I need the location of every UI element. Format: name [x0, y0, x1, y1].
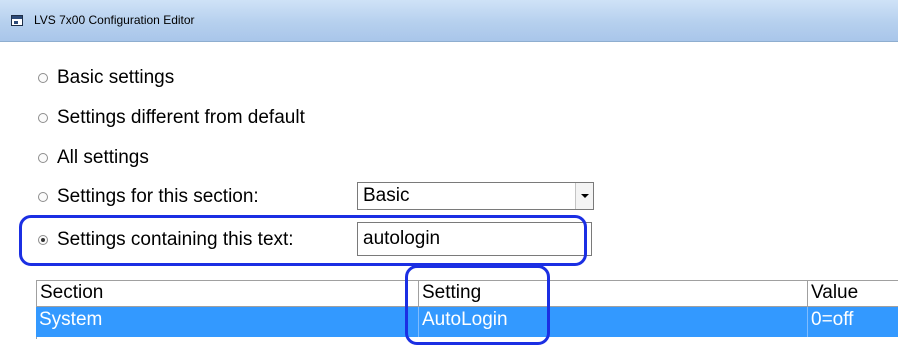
column-header-value[interactable]: Value	[807, 280, 898, 307]
option-label: Settings containing this text:	[57, 229, 294, 250]
radio-settings-for-section[interactable]	[38, 192, 48, 202]
option-basic-settings[interactable]: Basic settings	[0, 66, 620, 92]
settings-table: Section Setting Value System AutoLogin 0…	[36, 280, 898, 339]
app-window-icon	[11, 15, 23, 26]
option-all-settings[interactable]: All settings	[0, 146, 620, 172]
option-label: Settings different from default	[57, 107, 305, 128]
option-settings-different-from-default[interactable]: Settings different from default	[0, 106, 620, 132]
chevron-down-icon[interactable]	[575, 183, 593, 209]
section-select[interactable]: Basic	[357, 182, 594, 210]
search-text-input[interactable]	[357, 222, 592, 256]
column-header-setting[interactable]: Setting	[418, 280, 807, 307]
table-row-section-cell[interactable]: System	[36, 307, 418, 337]
window-title: LVS 7x00 Configuration Editor	[34, 13, 195, 27]
section-select-value: Basic	[363, 185, 410, 206]
radio-all-settings[interactable]	[38, 153, 48, 163]
table-row-value-cell[interactable]: 0=off	[807, 307, 898, 337]
option-label: All settings	[57, 147, 149, 168]
title-bar[interactable]: LVS 7x00 Configuration Editor	[0, 0, 898, 42]
option-label: Settings for this section:	[57, 186, 259, 207]
radio-settings-different[interactable]	[38, 113, 48, 123]
table-row-setting-cell[interactable]: AutoLogin	[418, 307, 807, 337]
radio-settings-containing-text[interactable]	[38, 235, 48, 245]
column-header-section[interactable]: Section	[36, 280, 418, 307]
radio-basic-settings[interactable]	[38, 73, 48, 83]
option-label: Basic settings	[57, 67, 175, 88]
